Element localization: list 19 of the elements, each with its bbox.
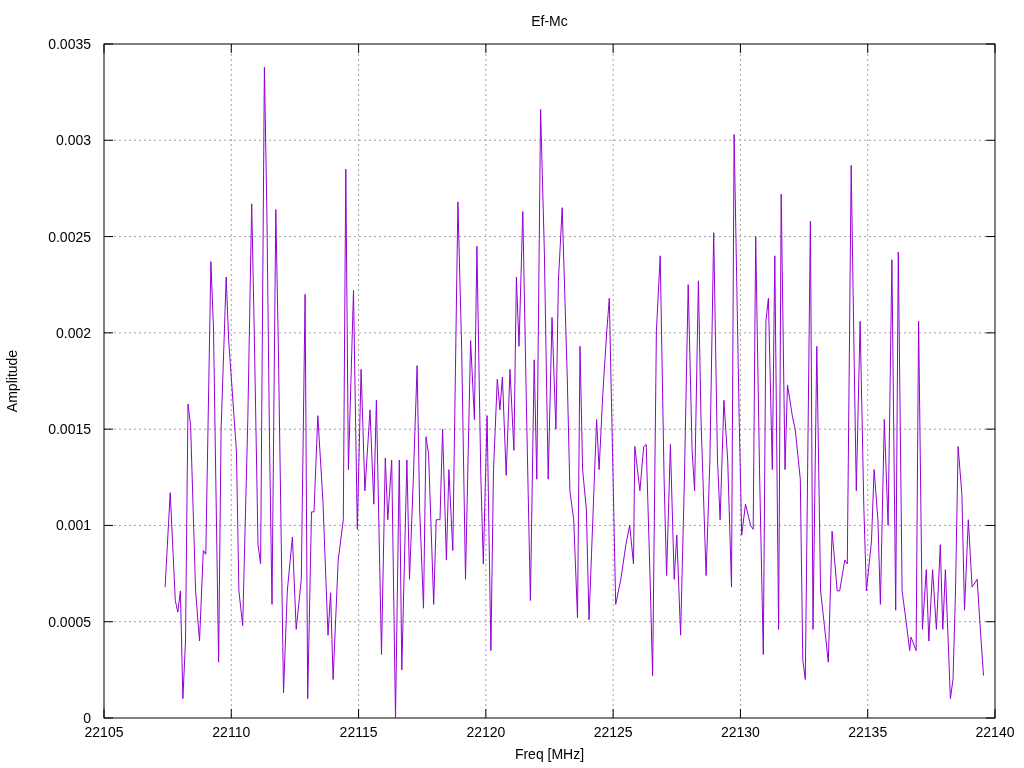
x-axis-label: Freq [MHz] — [514, 746, 585, 762]
x-tick-label: 22120 — [466, 724, 506, 740]
y-tick-label: 0.0015 — [48, 421, 91, 438]
x-tick-label: 22125 — [593, 724, 633, 740]
y-tick-label: 0.001 — [55, 517, 91, 534]
y-tick-label: 0 — [83, 710, 91, 726]
x-tick-label: 22115 — [339, 724, 378, 740]
y-tick-label: 0.0025 — [48, 228, 91, 245]
y-tick-label: 0.0035 — [48, 36, 91, 52]
x-tick-label: 22105 — [84, 724, 124, 740]
x-tick-label: 22130 — [720, 724, 760, 740]
y-axis-label: Amplitude — [4, 349, 20, 413]
x-tick-label: 22140 — [975, 724, 1015, 740]
x-tick-label: 22135 — [848, 724, 888, 740]
y-tick-label: 0.002 — [55, 324, 91, 341]
x-tick-label: 22110 — [212, 724, 251, 740]
y-tick-label: 0.003 — [55, 132, 91, 149]
y-tick-label: 0.0005 — [48, 613, 91, 630]
chart-title: Ef-Mc — [531, 13, 568, 29]
